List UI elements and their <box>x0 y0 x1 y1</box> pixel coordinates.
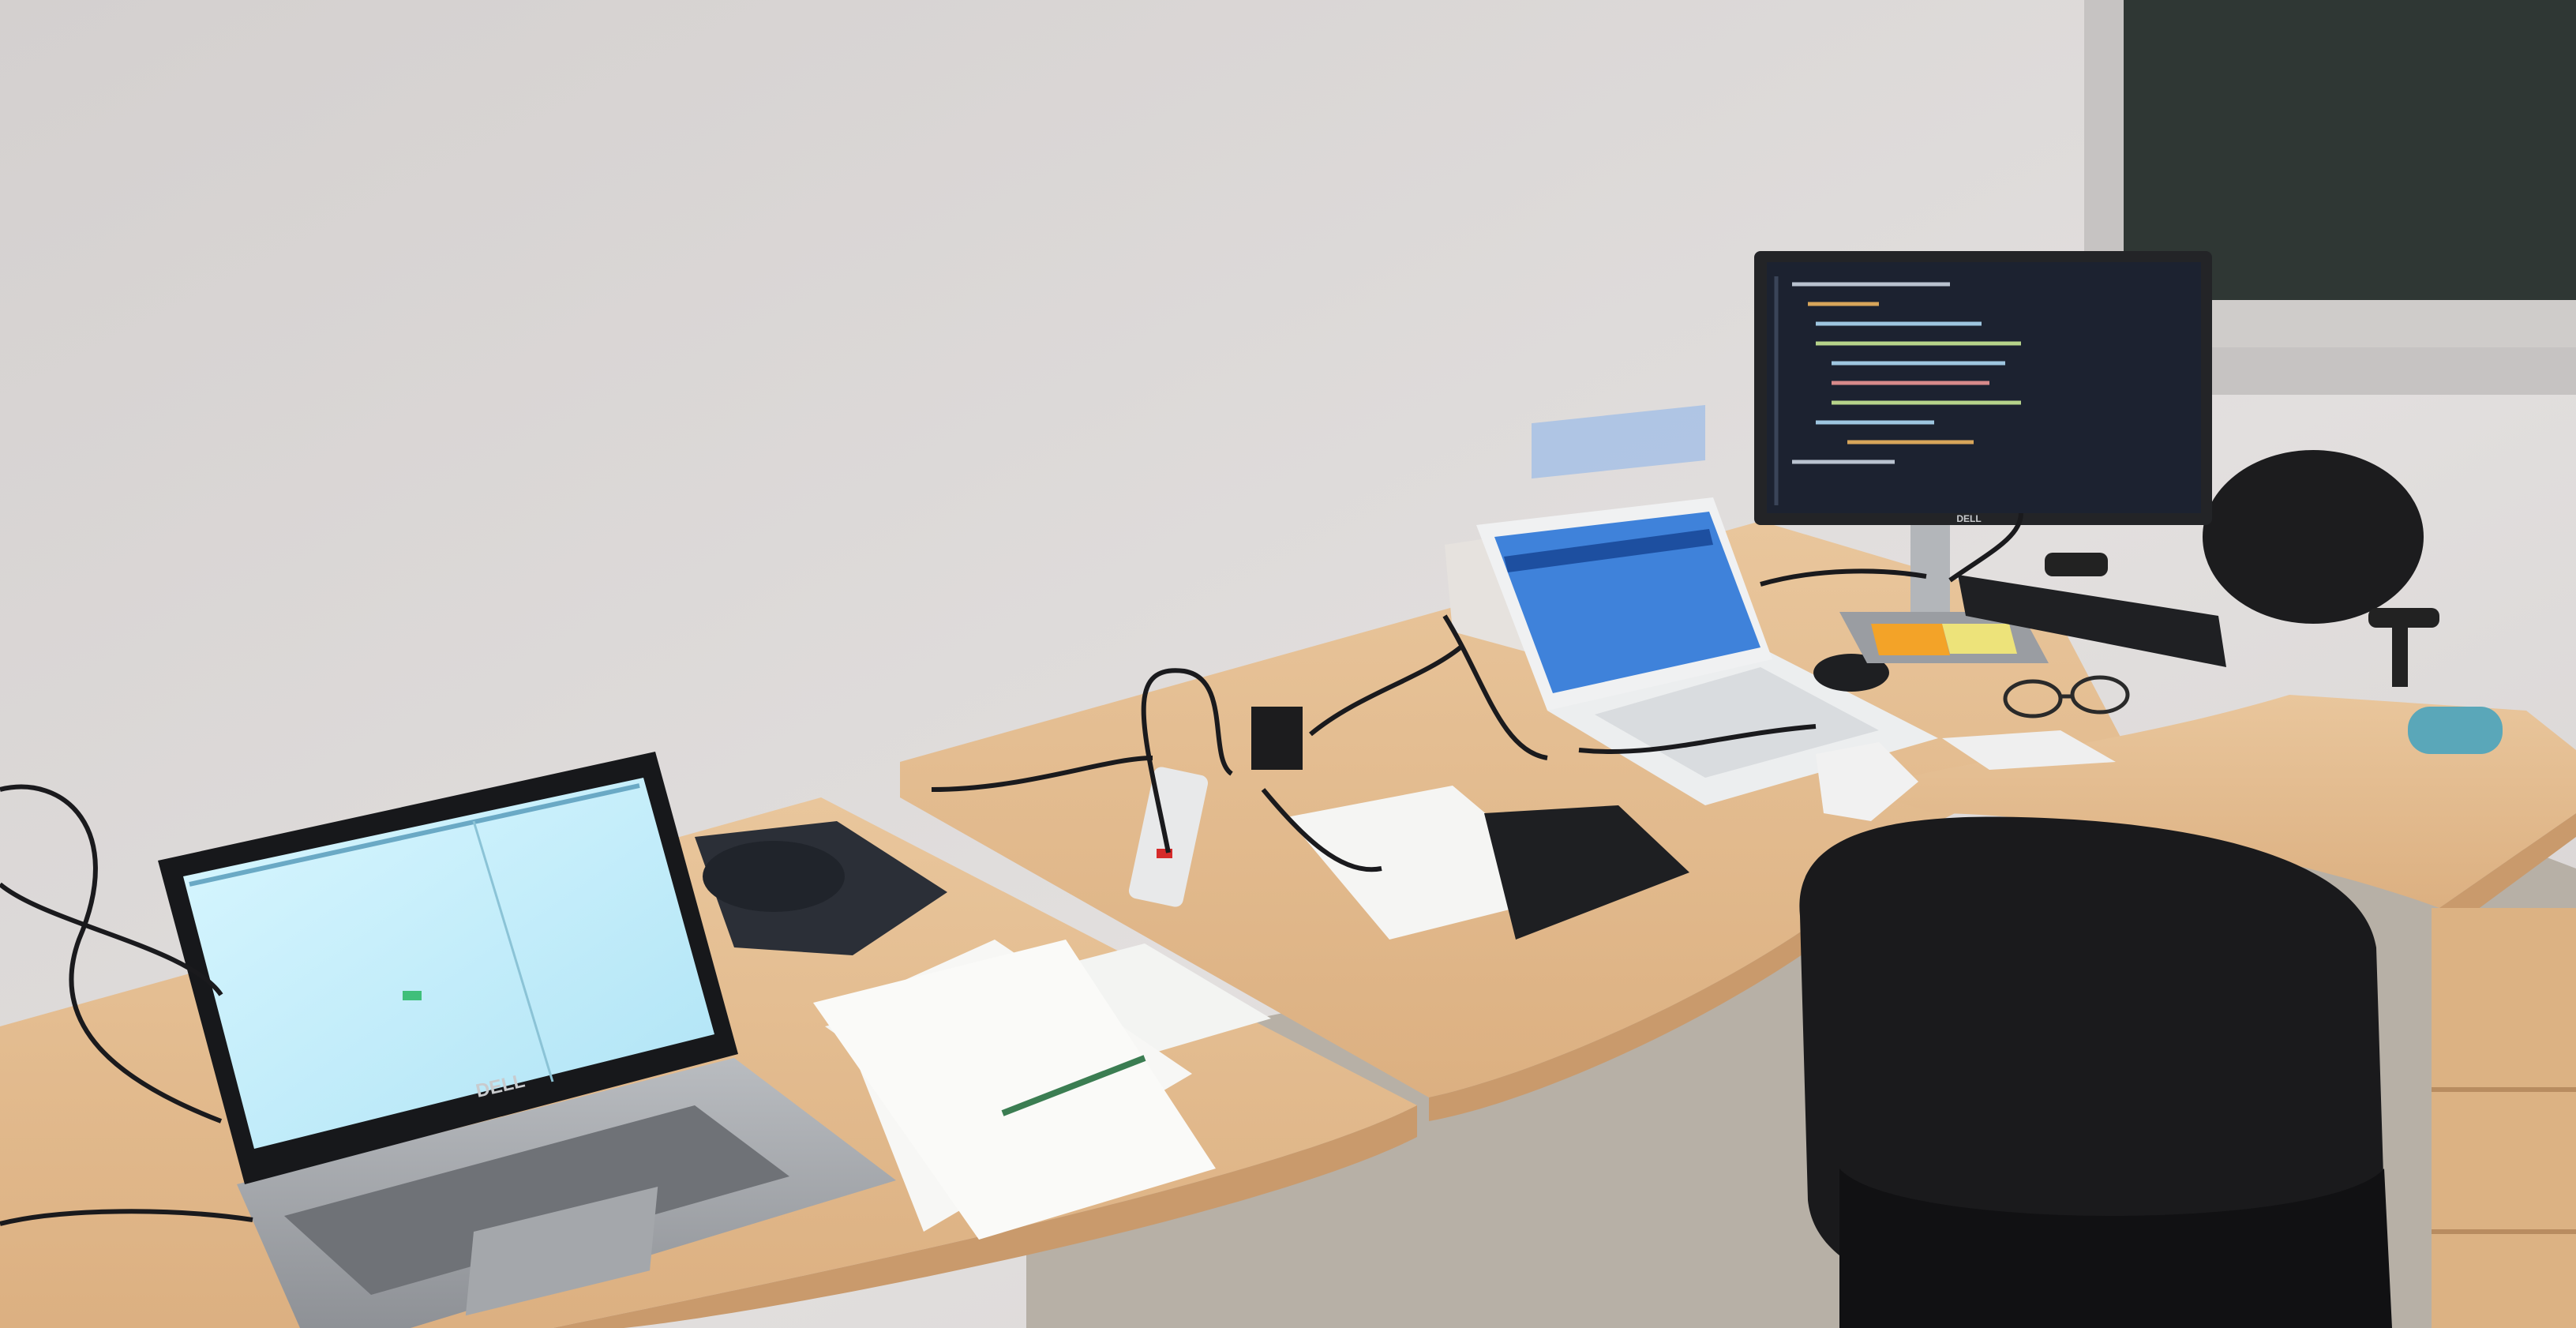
front-chair <box>1799 816 2392 1328</box>
office-scene: DELL DELL <box>0 0 2576 1328</box>
glasses-case <box>2408 707 2503 754</box>
sticky-note-yellow <box>1942 624 2017 654</box>
charger <box>1251 707 1303 770</box>
monitor-brand: DELL <box>1956 513 1981 524</box>
scene-drawing: DELL DELL <box>0 0 2576 1328</box>
sticky-note-orange <box>1871 624 1950 655</box>
